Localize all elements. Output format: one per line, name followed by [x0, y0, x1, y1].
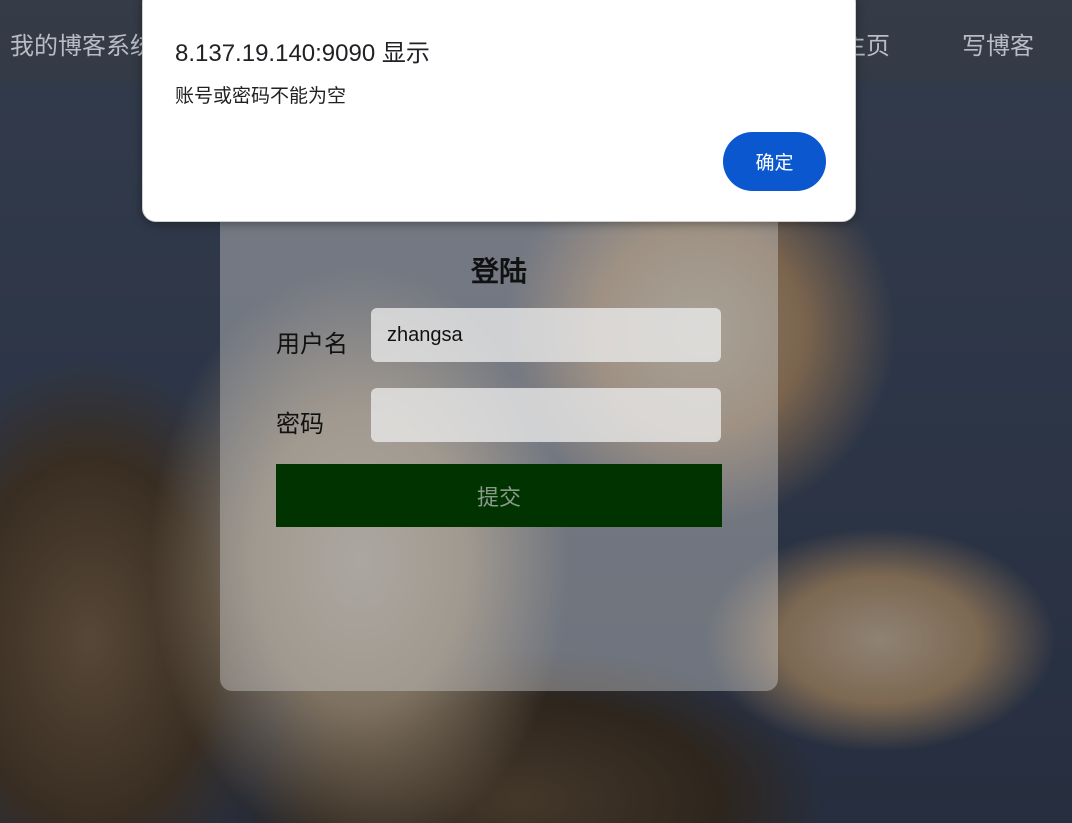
site-title: 我的博客系统	[10, 32, 154, 60]
alert-origin-text: 8.137.19.140:9090 显示	[175, 40, 430, 67]
alert-dialog: 8.137.19.140:9090 显示 账号或密码不能为空 确定	[142, 0, 856, 222]
username-label: 用户名	[276, 330, 348, 358]
submit-button[interactable]: 提交	[276, 464, 722, 527]
password-input[interactable]	[371, 388, 721, 442]
password-label: 密码	[276, 410, 324, 438]
login-card: 登陆 用户名 密码 提交	[220, 150, 778, 691]
nav-link-write-blog[interactable]: 写博客	[962, 26, 1034, 61]
login-title: 登陆	[470, 255, 527, 288]
page: 我的博客系统 主页 写博客 登陆 用户名 密码 提交 8.137.19.140:…	[0, 0, 1072, 823]
alert-ok-button[interactable]: 确定	[723, 132, 826, 191]
alert-message: 账号或密码不能为空	[175, 85, 347, 107]
username-input[interactable]	[371, 308, 721, 362]
